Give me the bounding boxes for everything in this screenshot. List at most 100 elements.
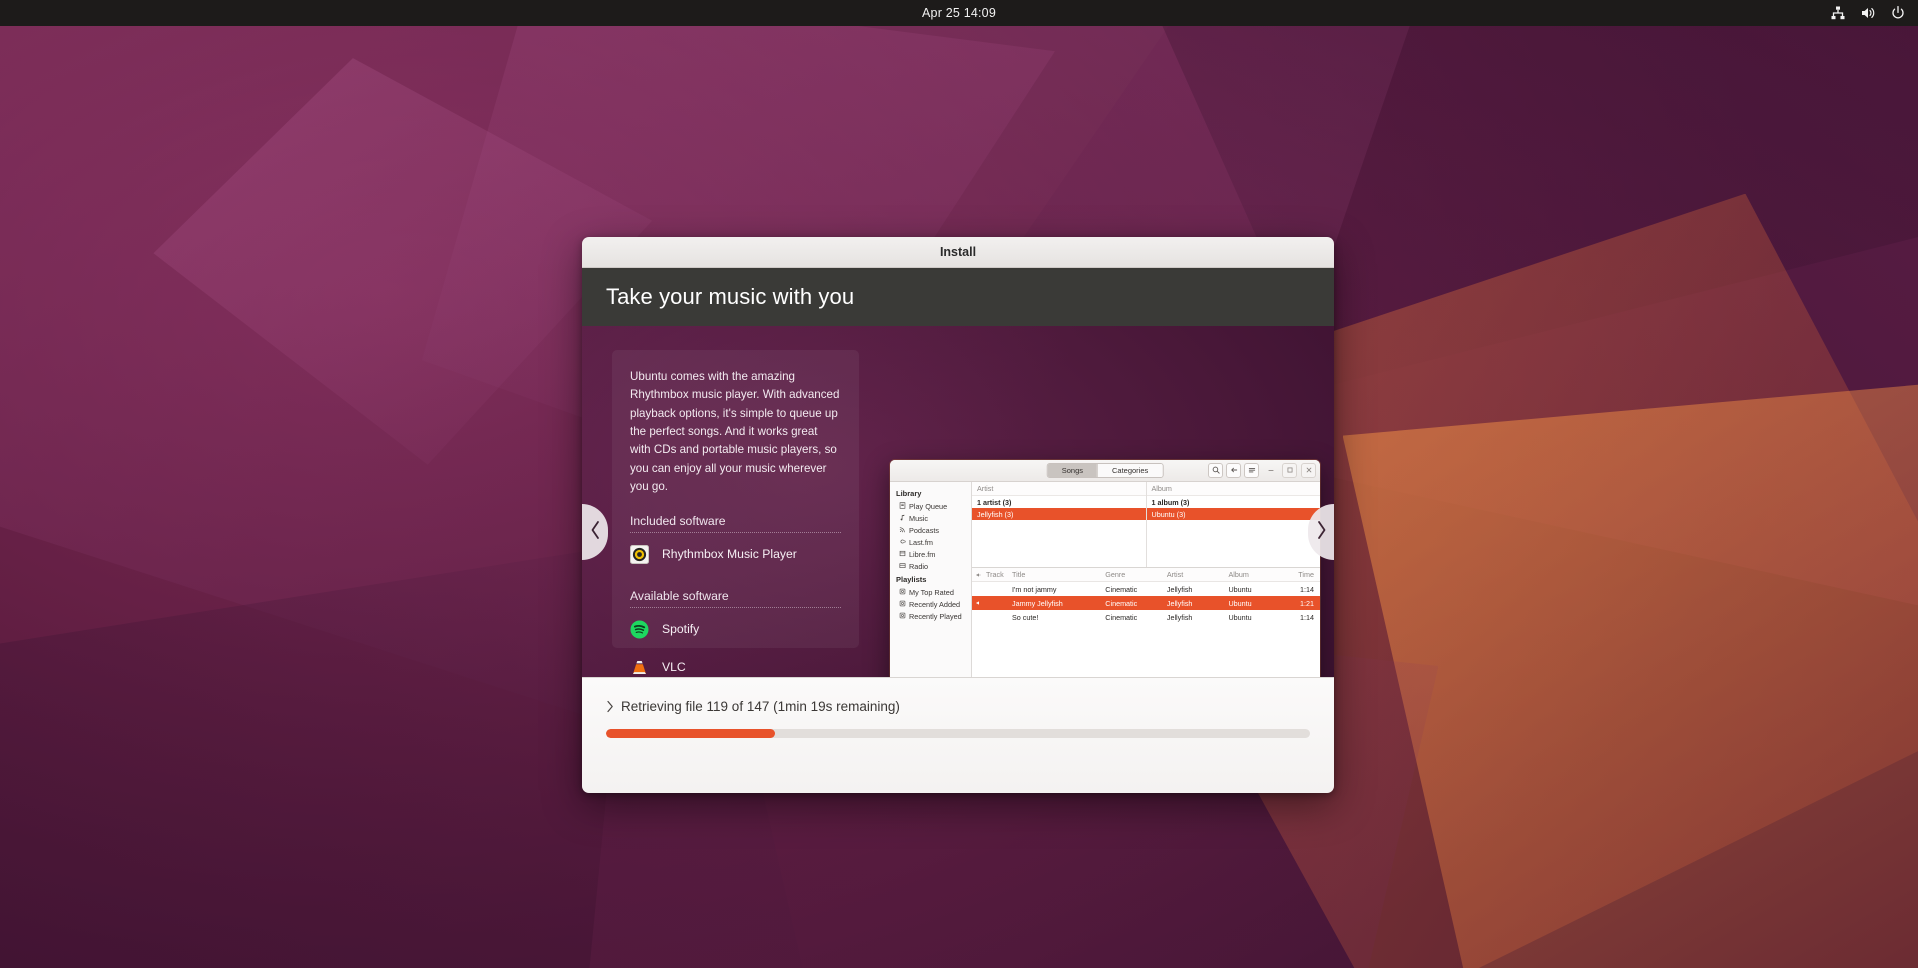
sidebar-item-music[interactable]: Music	[890, 512, 971, 524]
sidebar-label: Last.fm	[909, 537, 933, 547]
previous-slide-button[interactable]	[582, 504, 608, 560]
podcast-icon	[899, 526, 906, 535]
lastfm-icon	[899, 538, 906, 547]
slide-title: Take your music with you	[606, 284, 855, 309]
column-header-album[interactable]: Album	[1228, 570, 1290, 579]
sidebar-heading-playlists: Playlists	[896, 575, 927, 584]
sidebar-scroll: Library Play Queue Music Podcasts Last.f…	[890, 482, 971, 677]
headerbar-actions	[1208, 463, 1316, 478]
volume-icon[interactable]	[1860, 5, 1876, 21]
artist-column-header[interactable]: Artist	[972, 482, 1146, 496]
column-header-track[interactable]: Track	[986, 570, 1012, 579]
cell-artist: Jellyfish	[1166, 612, 1193, 622]
cell-title: So cute!	[1012, 612, 1039, 622]
album-column-header[interactable]: Album	[1146, 482, 1320, 496]
power-icon[interactable]	[1890, 5, 1906, 21]
install-dialog: Install Take your music with you Ubuntu …	[582, 237, 1334, 793]
sidebar-label: Play Queue	[909, 501, 948, 511]
speaker-icon	[972, 572, 986, 578]
tab-categories[interactable]: Categories	[1097, 464, 1163, 477]
rhythmbox-headerbar: Songs Categories	[890, 460, 1320, 482]
cell-genre: Cinematic	[1105, 598, 1138, 608]
sidebar-item-librefm[interactable]: Libre.fm	[890, 548, 971, 560]
network-icon[interactable]	[1830, 5, 1846, 21]
minimize-icon	[1267, 466, 1275, 476]
radio-icon	[899, 562, 906, 571]
back-button[interactable]	[1226, 463, 1241, 478]
search-button[interactable]	[1208, 463, 1223, 478]
playing-indicator-icon	[972, 600, 986, 606]
close-button[interactable]	[1301, 463, 1316, 478]
progress-bar-fill	[606, 729, 775, 738]
sidebar-label: My Top Rated	[909, 587, 954, 597]
dialog-titlebar: Install	[582, 237, 1334, 268]
table-row[interactable]: I'm not jammy Cinematic Jellyfish Ubuntu…	[972, 582, 1320, 596]
playlist-icon	[899, 600, 906, 609]
sidebar-item-recently-played[interactable]: Recently Played	[890, 610, 971, 622]
search-icon	[1212, 466, 1220, 476]
cell-album: Ubuntu	[1228, 584, 1252, 594]
status-line: Retrieving file 119 of 147 (1min 19s rem…	[606, 699, 1310, 714]
included-software-heading: Included software	[630, 514, 841, 534]
close-icon	[1305, 466, 1313, 476]
browser-panes: Artist 1 artist (3) Jellyfish (3) Album …	[972, 482, 1320, 568]
expand-details-chevron-icon[interactable]	[606, 700, 614, 713]
librefm-icon	[899, 550, 906, 559]
sidebar-item-my-top-rated[interactable]: My Top Rated	[890, 586, 971, 598]
cell-album: Ubuntu	[1228, 612, 1252, 622]
music-note-icon	[899, 514, 906, 523]
sidebar-label: Recently Added	[909, 599, 961, 609]
album-row[interactable]: Ubuntu (3)	[1146, 508, 1320, 520]
software-label: VLC	[662, 660, 686, 675]
chevron-left-icon	[589, 520, 602, 545]
queue-icon	[899, 501, 906, 511]
install-progress-footer: Retrieving file 119 of 147 (1min 19s rem…	[582, 677, 1334, 793]
sidebar-item-lastfm[interactable]: Last.fm	[890, 536, 971, 548]
playlist-icon	[899, 588, 906, 597]
rhythmbox-window: Songs Categories Library Play Queue Musi…	[890, 460, 1320, 677]
album-browser: Album 1 album (3) Ubuntu (3)	[1145, 482, 1321, 567]
column-header-time[interactable]: Time	[1290, 570, 1320, 579]
rhythmbox-icon	[630, 544, 649, 564]
table-row[interactable]: Jammy Jellyfish Cinematic Jellyfish Ubun…	[972, 596, 1320, 610]
system-tray	[1830, 5, 1906, 21]
dialog-title: Install	[939, 245, 977, 259]
maximize-icon	[1286, 466, 1294, 476]
tab-songs[interactable]: Songs	[1047, 464, 1097, 477]
software-item-spotify: Spotify	[630, 612, 841, 646]
cell-title: I'm not jammy	[1012, 584, 1057, 594]
rhythmbox-content: Artist 1 artist (3) Jellyfish (3) Album …	[972, 482, 1320, 677]
slide-info-card: Ubuntu comes with the amazing Rhythmbox …	[612, 350, 859, 674]
sidebar-label: Libre.fm	[909, 549, 936, 559]
sidebar-item-recently-added[interactable]: Recently Added	[890, 598, 971, 610]
track-list: Track Title Genre Artist Album Time I'm …	[972, 568, 1320, 677]
column-header-title[interactable]: Title	[1012, 570, 1105, 579]
software-label: Rhythmbox Music Player	[662, 547, 797, 562]
playlist-icon	[899, 612, 906, 621]
minimize-button[interactable]	[1263, 463, 1278, 478]
cell-album: Ubuntu	[1228, 598, 1252, 608]
menu-button[interactable]	[1244, 463, 1259, 478]
maximize-button[interactable]	[1282, 463, 1297, 478]
hamburger-icon	[1248, 466, 1256, 476]
cell-genre: Cinematic	[1105, 584, 1138, 594]
clock[interactable]: Apr 25 14:09	[0, 6, 1918, 20]
sidebar-label: Recently Played	[909, 611, 962, 621]
column-header-genre[interactable]: Genre	[1105, 570, 1167, 579]
column-header-artist[interactable]: Artist	[1167, 570, 1229, 579]
sidebar-item-play-queue[interactable]: Play Queue	[890, 500, 971, 512]
sidebar-item-radio[interactable]: Radio	[890, 560, 971, 572]
cell-title: Jammy Jellyfish	[1012, 598, 1063, 608]
slideshow-body: Ubuntu comes with the amazing Rhythmbox …	[582, 326, 1334, 677]
system-top-bar: Apr 25 14:09	[0, 0, 1918, 26]
sidebar-label: Podcasts	[909, 525, 940, 535]
artist-row[interactable]: Jellyfish (3)	[972, 508, 1146, 520]
software-item-rhythmbox: Rhythmbox Music Player	[630, 537, 841, 571]
table-row[interactable]: So cute! Cinematic Jellyfish Ubuntu 1:14	[972, 610, 1320, 624]
available-software-heading: Available software	[630, 589, 841, 609]
sidebar-item-podcasts[interactable]: Podcasts	[890, 524, 971, 536]
sidebar-label: Radio	[909, 561, 929, 571]
artist-summary-row[interactable]: 1 artist (3)	[972, 496, 1146, 508]
album-summary-row[interactable]: 1 album (3)	[1147, 496, 1321, 508]
slideshow-header: Take your music with you	[582, 268, 1334, 326]
